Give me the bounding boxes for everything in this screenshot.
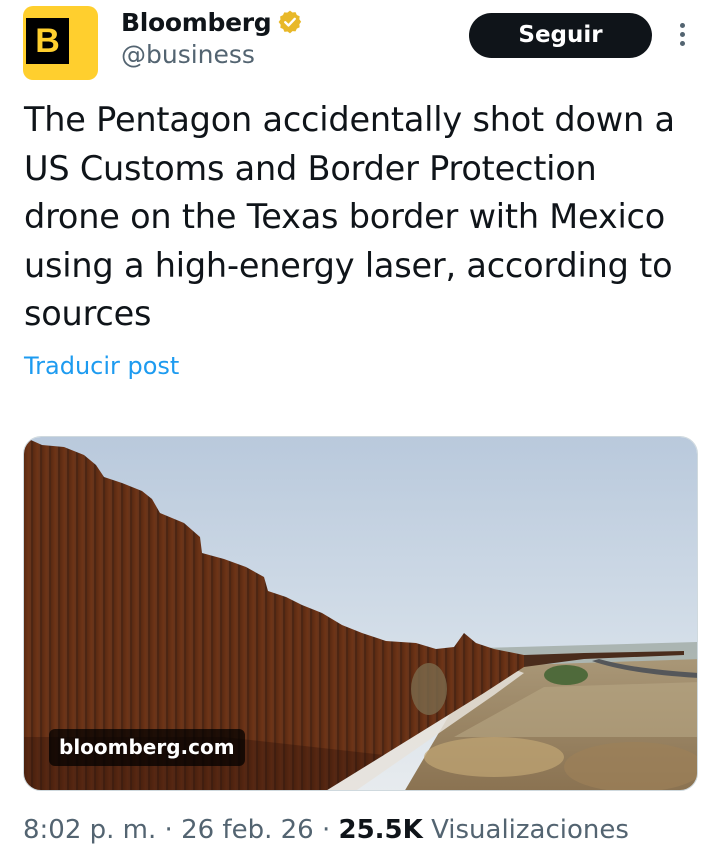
meta-separator: · <box>321 815 331 845</box>
avatar-letter: B <box>26 18 69 64</box>
avatar[interactable]: B <box>23 6 98 80</box>
tweet-text: The Pentagon accidentally shot down a US… <box>24 100 675 333</box>
link-card-image[interactable]: bloomberg.com <box>23 436 698 791</box>
display-name[interactable]: Bloomberg <box>121 8 272 37</box>
views-label: Visualizaciones <box>431 815 629 845</box>
card-domain-label: bloomberg.com <box>49 729 245 766</box>
views-count: 25.5K <box>338 815 423 845</box>
handle[interactable]: @business <box>121 40 255 69</box>
verified-badge-icon[interactable] <box>277 9 303 35</box>
tweet-time[interactable]: 8:02 p. m. <box>23 815 156 845</box>
tweet-date[interactable]: 26 feb. 26 <box>181 815 314 845</box>
tweet-header: B Bloomberg @business Seguir <box>0 0 720 92</box>
meta-separator: · <box>164 815 173 845</box>
translate-post-link[interactable]: Traducir post <box>24 352 179 380</box>
name-row: Bloomberg <box>121 5 303 39</box>
follow-button[interactable]: Seguir <box>469 13 652 58</box>
more-vertical-icon[interactable] <box>673 20 693 50</box>
tweet-meta: 8:02 p. m. · 26 feb. 26 · 25.5K Visualiz… <box>23 815 629 855</box>
